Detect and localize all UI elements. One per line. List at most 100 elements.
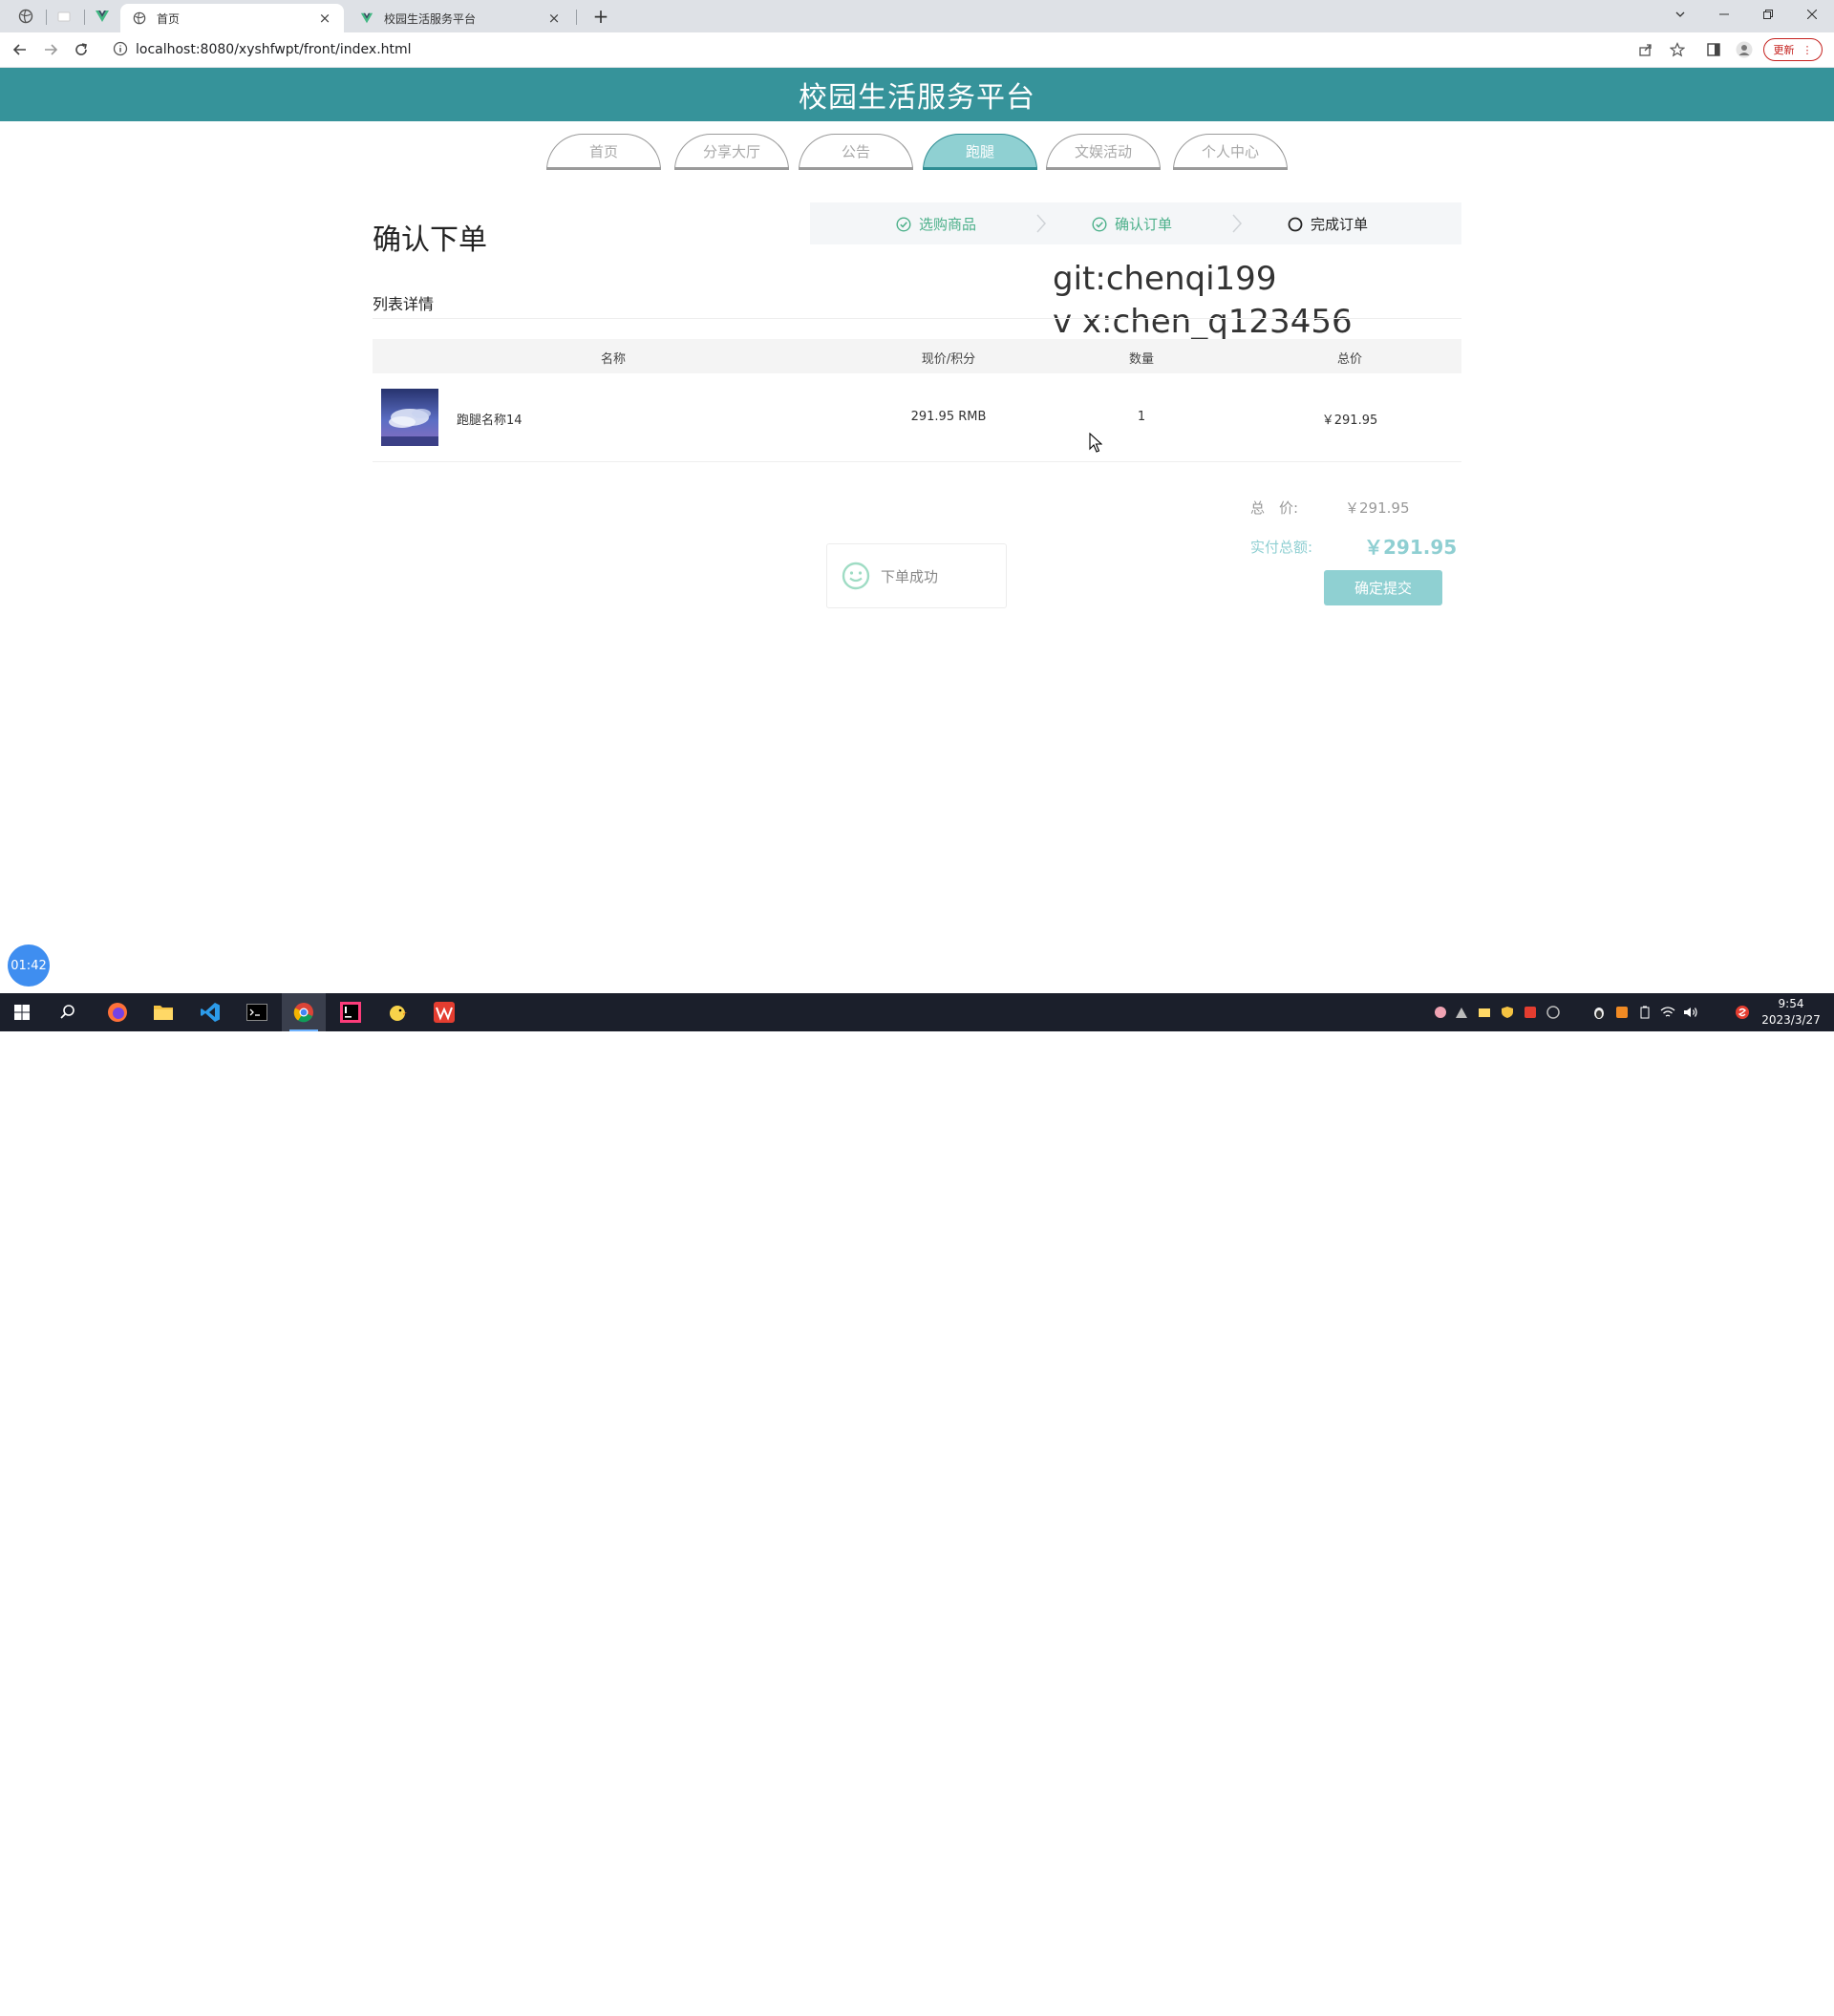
taskbar-terminal[interactable] [235,993,279,1031]
battery-icon[interactable] [1637,1005,1653,1020]
watermark-line: v x:chen_q123456 [1053,303,1353,341]
total-price-label: 总 价: [1250,499,1299,517]
blank-page-icon [57,11,71,22]
clock-time: 9:54 [1778,997,1804,1010]
close-tab-icon[interactable]: × [317,10,332,27]
update-label: 更新 [1773,44,1795,56]
tab-search-button[interactable] [1658,0,1702,29]
start-button[interactable] [0,993,44,1031]
pinned-tab-globe[interactable] [10,4,42,29]
side-panel-button[interactable] [1704,40,1723,59]
step-select-goods: 选购商品 [896,214,976,234]
total-price-value: ￥291.95 [1345,499,1410,517]
taskbar-vscode[interactable] [188,993,232,1031]
wifi-icon[interactable] [1660,1005,1675,1020]
pinned-tab-blank[interactable] [48,4,80,29]
taskbar-chrome[interactable] [282,993,326,1031]
tab-separator [46,10,47,25]
chrome-icon [293,1003,313,1023]
site-title: 校园生活服务平台 [799,81,1035,115]
wps-icon [434,1002,455,1023]
vue-logo-icon [96,11,109,22]
back-button[interactable] [8,37,32,62]
share-icon [1639,44,1652,56]
tray-app-icon[interactable] [1546,1005,1561,1020]
close-tab-icon[interactable]: × [546,10,562,27]
tab-label: 首页 [157,11,181,26]
input-method-indicator[interactable]: 中 [1706,1998,1718,2016]
clock-date: 2023/3/27 [1761,1013,1821,1027]
taskbar-search-button[interactable] [46,993,90,1031]
address-bar[interactable]: localhost:8080/xyshfwpt/front/index.html [105,36,1719,63]
taskbar-wps[interactable] [422,993,466,1031]
restore-button[interactable] [1746,0,1790,29]
nav-errands[interactable]: 跑腿 [923,134,1037,170]
step-label: 确认订单 [1115,216,1173,233]
confirm-submit-button[interactable]: 确定提交 [1324,570,1442,605]
volume-icon[interactable] [1683,1005,1698,1020]
tray-app-icon[interactable] [1614,1005,1630,1020]
side-panel-icon [1707,43,1720,56]
nav-home[interactable]: 首页 [546,134,661,170]
tray-penguin-icon[interactable] [1591,1005,1607,1020]
section-title: 列表详情 [373,295,435,313]
amount-due-value: ￥291.95 [1364,536,1458,559]
tray-app-icon[interactable] [1433,1005,1448,1020]
page-title: 确认下单 [373,223,487,257]
taskbar-file-explorer[interactable] [141,993,185,1031]
system-clock[interactable]: 9:54 2023/3/27 [1754,996,1828,1029]
globe-icon [132,11,147,26]
taskbar-intellij[interactable] [329,993,373,1031]
step-label: 选购商品 [919,216,977,233]
product-price: 291.95 RMB [910,410,987,424]
tab-platform[interactable]: 校园生活服务平台 × [348,4,573,32]
mouse-cursor-icon [1089,433,1102,453]
column-header-price: 现价/积分 [921,352,976,367]
tray-shield-icon[interactable] [1500,1005,1515,1020]
nav-personal-center[interactable]: 个人中心 [1173,134,1288,170]
order-steps: 选购商品 确认订单 完成订单 [810,202,1461,244]
terminal-icon [246,1004,267,1021]
taskbar-duck-app[interactable] [375,993,419,1031]
arrow-left-icon [12,44,26,55]
recording-timer[interactable]: 01:42 [8,944,50,987]
nav-announcements[interactable]: 公告 [799,134,913,170]
more-menu-icon: ⋮ [1802,43,1813,56]
minimize-button[interactable] [1702,0,1746,29]
browser-toolbar: localhost:8080/xyshfwpt/front/index.html [0,32,1834,68]
nav-entertainment[interactable]: 文娱活动 [1046,134,1161,170]
product-total: ￥291.95 [1321,414,1378,428]
update-button[interactable]: 更新 ⋮ [1763,38,1823,61]
reload-button[interactable] [69,37,94,62]
tab-separator [576,10,577,25]
close-window-button[interactable] [1790,0,1834,29]
product-thumbnail [381,389,438,446]
tab-separator [84,10,85,25]
tray-app-icon[interactable] [1477,1005,1492,1020]
tray-app-icon[interactable] [1454,1005,1469,1020]
profile-button[interactable] [1735,40,1754,59]
tray-app-icon[interactable] [1523,1005,1538,1020]
tab-home[interactable]: 首页 × [120,4,344,32]
taskbar-firefox[interactable] [96,993,139,1031]
duck-app-icon [390,1006,407,1021]
chevron-down-icon [1675,11,1685,17]
watermark-text: git:chenqi199 v x:chen_q123456 [1053,258,1353,344]
url-text[interactable]: localhost:8080/xyshfwpt/front/index.html [136,42,412,57]
bookmark-button[interactable] [1668,40,1687,59]
pinned-tab-vue[interactable] [86,4,118,29]
nav-share-hall[interactable]: 分享大厅 [674,134,789,170]
new-tab-button[interactable]: + [588,4,613,29]
sogou-input-icon[interactable] [1735,1005,1750,1020]
column-header-quantity: 数量 [1128,352,1155,367]
share-button[interactable] [1636,40,1655,59]
amount-due-label: 实付总额: [1250,539,1313,556]
success-toast: 下单成功 [826,543,1007,608]
info-icon[interactable] [113,41,128,56]
circle-icon [1288,217,1303,231]
table-header: 名称 现价/积分 数量 总价 [373,339,1461,373]
close-icon [1807,10,1817,19]
forward-button[interactable] [38,37,63,62]
chevron-right-icon [1232,214,1243,233]
watermark-line: git:chenqi199 [1053,260,1277,298]
